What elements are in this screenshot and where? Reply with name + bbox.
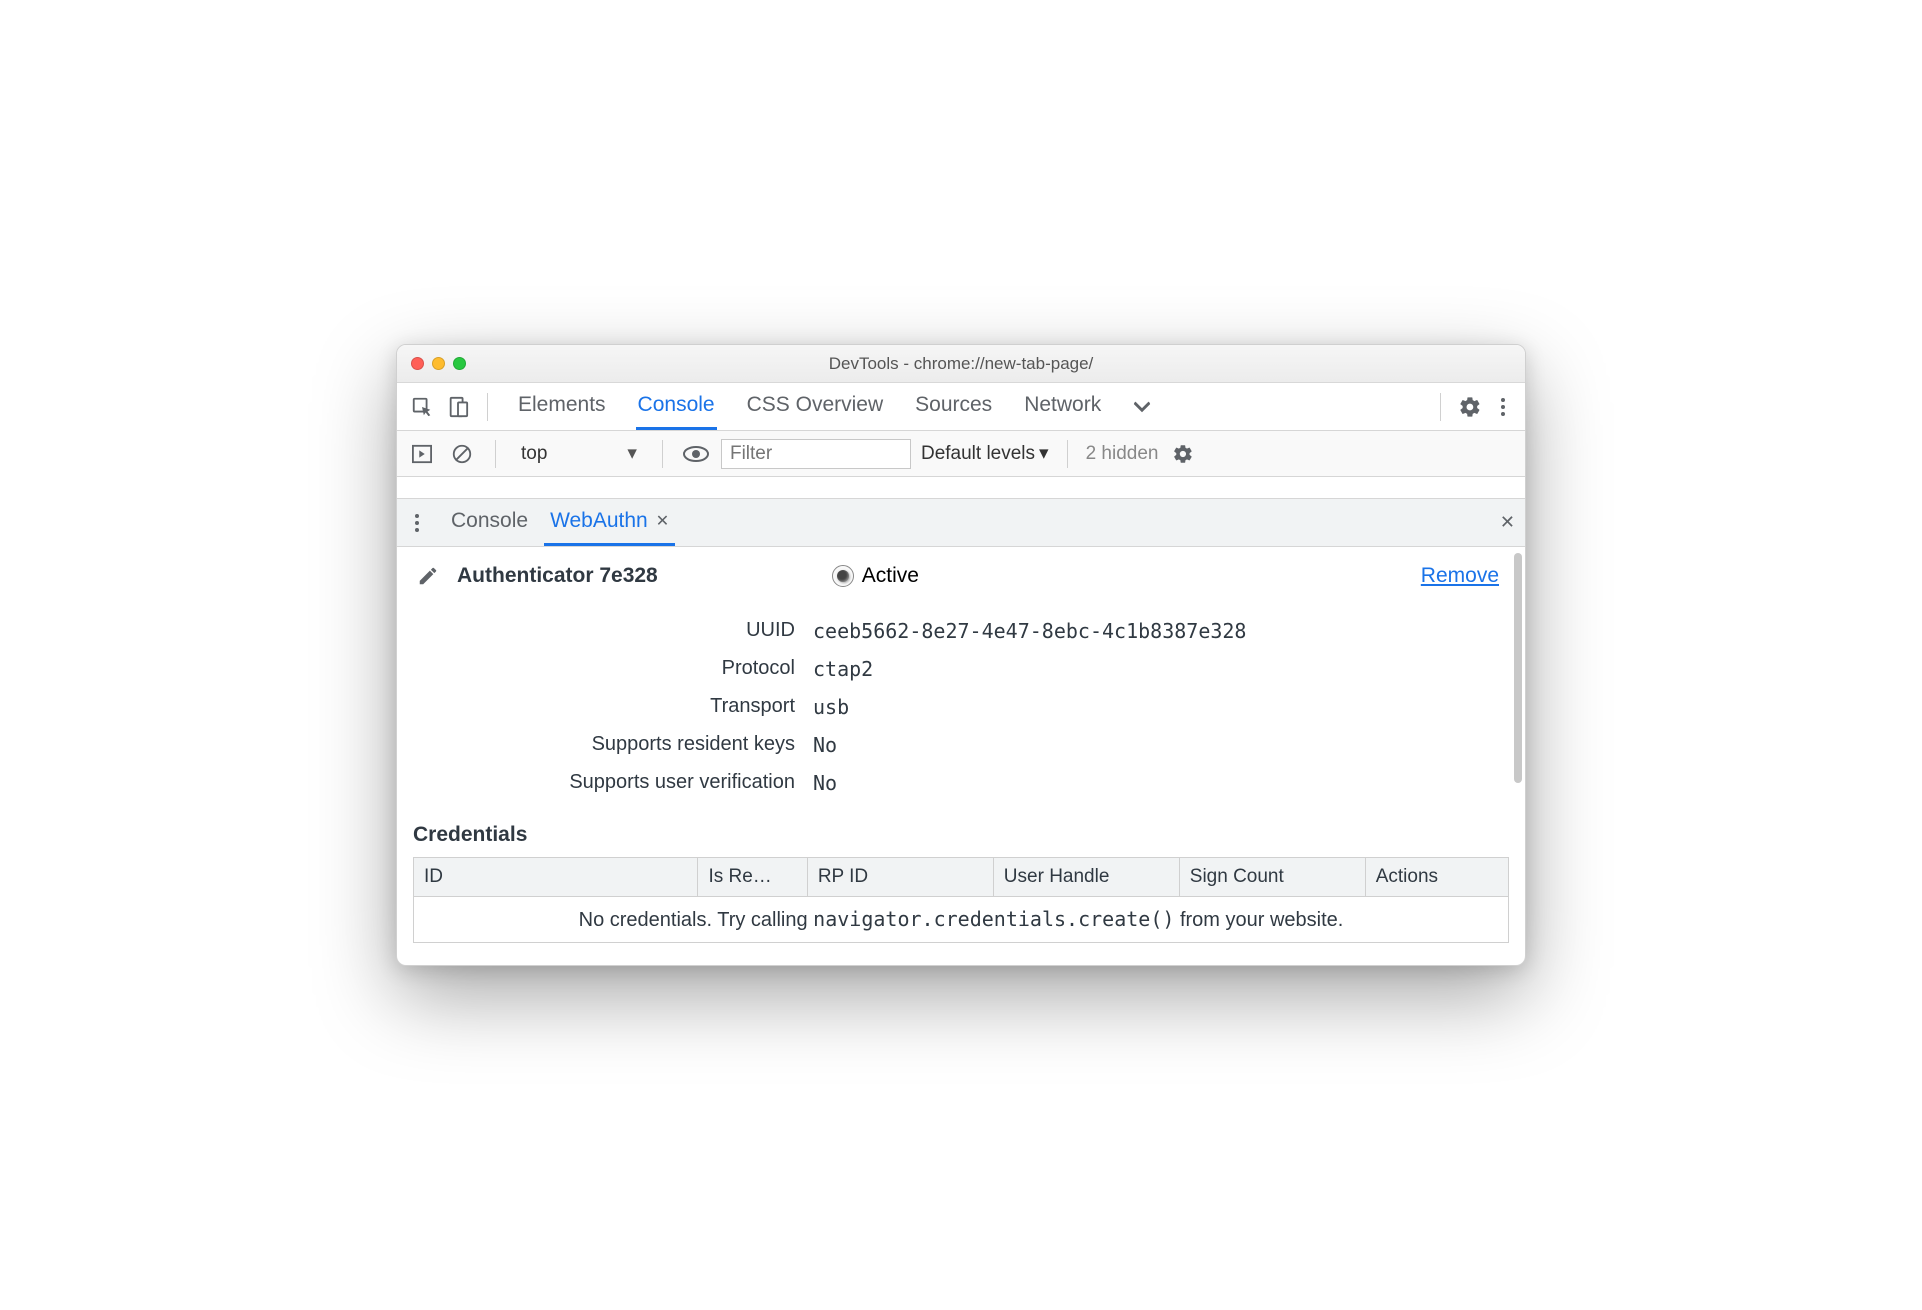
context-value: top — [521, 443, 547, 465]
titlebar: DevTools - chrome://new-tab-page/ — [397, 345, 1525, 383]
remove-authenticator-link[interactable]: Remove — [1421, 564, 1499, 588]
protocol-label: Protocol — [413, 657, 813, 681]
resident-keys-value: No — [813, 733, 1509, 757]
table-header-row: ID Is Re… RP ID User Handle Sign Count A… — [414, 858, 1508, 897]
drawer-more-icon[interactable] — [405, 514, 429, 532]
edit-name-icon[interactable] — [413, 561, 443, 591]
device-toolbar-icon[interactable] — [443, 392, 473, 422]
active-label: Active — [862, 564, 919, 588]
transport-value: usb — [813, 695, 1509, 719]
resident-keys-label: Supports resident keys — [413, 733, 813, 757]
tab-console[interactable]: Console — [636, 383, 717, 430]
drawer-tab-webauthn[interactable]: WebAuthn ✕ — [544, 499, 675, 546]
authenticator-fields: UUID ceeb5662-8e27-4e47-8ebc-4c1b8387e32… — [413, 619, 1509, 795]
close-tab-icon[interactable]: ✕ — [656, 511, 669, 531]
user-verification-value: No — [813, 771, 1509, 795]
tab-network[interactable]: Network — [1022, 383, 1103, 430]
protocol-value: ctap2 — [813, 657, 1509, 681]
authenticator-name: Authenticator 7e328 — [457, 564, 658, 588]
col-is-resident[interactable]: Is Re… — [698, 858, 807, 896]
divider — [1067, 440, 1068, 468]
drawer-tab-console[interactable]: Console — [445, 499, 534, 546]
scrollbar[interactable] — [1514, 553, 1522, 783]
chevron-down-icon: ▾ — [627, 442, 637, 465]
devtools-window: DevTools - chrome://new-tab-page/ Elemen… — [396, 344, 1526, 966]
settings-icon[interactable] — [1455, 392, 1485, 422]
empty-text-code: navigator.credentials.create() — [813, 907, 1174, 931]
main-toolbar: Elements Console CSS Overview Sources Ne… — [397, 383, 1525, 431]
col-id[interactable]: ID — [414, 858, 698, 896]
console-settings-icon[interactable] — [1168, 439, 1198, 469]
divider — [662, 440, 663, 468]
console-toolbar: top ▾ Default levels ▾ 2 hidden — [397, 431, 1525, 477]
live-expression-icon[interactable] — [681, 439, 711, 469]
col-user-handle[interactable]: User Handle — [994, 858, 1180, 896]
uuid-label: UUID — [413, 619, 813, 643]
empty-text-suffix: from your website. — [1174, 909, 1343, 931]
authenticator-header: Authenticator 7e328 Active Remove — [413, 561, 1509, 591]
col-rp-id[interactable]: RP ID — [808, 858, 994, 896]
tab-sources[interactable]: Sources — [913, 383, 994, 430]
radio-icon — [832, 565, 854, 587]
credentials-section: Credentials ID Is Re… RP ID User Handle … — [413, 823, 1509, 943]
chevron-down-icon: ▾ — [1039, 442, 1049, 465]
inspect-element-icon[interactable] — [407, 392, 437, 422]
window-traffic-lights — [397, 357, 466, 370]
filter-input[interactable] — [721, 439, 911, 469]
close-drawer-icon[interactable]: ✕ — [1500, 512, 1515, 533]
credentials-table: ID Is Re… RP ID User Handle Sign Count A… — [413, 857, 1509, 943]
more-tabs-icon[interactable] — [1127, 392, 1157, 422]
active-radio[interactable]: Active — [832, 564, 919, 588]
zoom-window-button[interactable] — [453, 357, 466, 370]
divider — [487, 393, 488, 421]
levels-label: Default levels — [921, 443, 1035, 465]
col-actions[interactable]: Actions — [1366, 858, 1508, 896]
webauthn-panel: Authenticator 7e328 Active Remove UUID c… — [397, 547, 1525, 965]
empty-text-prefix: No credentials. Try calling — [579, 909, 814, 931]
log-levels-selector[interactable]: Default levels ▾ — [921, 442, 1049, 465]
divider — [495, 440, 496, 468]
col-sign-count[interactable]: Sign Count — [1180, 858, 1366, 896]
user-verification-label: Supports user verification — [413, 771, 813, 795]
execution-context-selector[interactable]: top ▾ — [514, 439, 644, 468]
minimize-window-button[interactable] — [432, 357, 445, 370]
main-tabs: Elements Console CSS Overview Sources Ne… — [516, 383, 1103, 430]
tab-css-overview[interactable]: CSS Overview — [745, 383, 886, 430]
tab-elements[interactable]: Elements — [516, 383, 608, 430]
transport-label: Transport — [413, 695, 813, 719]
credentials-heading: Credentials — [413, 823, 1509, 847]
uuid-value: ceeb5662-8e27-4e47-8ebc-4c1b8387e328 — [813, 619, 1509, 643]
toggle-console-sidebar-icon[interactable] — [407, 439, 437, 469]
close-window-button[interactable] — [411, 357, 424, 370]
drawer-toolbar: Console WebAuthn ✕ ✕ — [397, 499, 1525, 547]
window-title: DevTools - chrome://new-tab-page/ — [829, 354, 1094, 374]
console-output-area — [397, 477, 1525, 499]
hidden-messages-label[interactable]: 2 hidden — [1086, 443, 1159, 465]
more-options-icon[interactable] — [1491, 398, 1515, 416]
credentials-empty-row: No credentials. Try calling navigator.cr… — [414, 897, 1508, 942]
divider — [1440, 393, 1441, 421]
clear-console-icon[interactable] — [447, 439, 477, 469]
